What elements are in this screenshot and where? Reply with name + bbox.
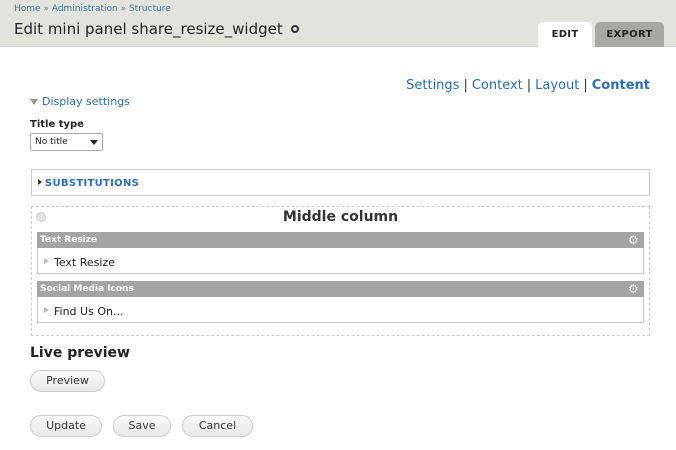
breadcrumb-home-link[interactable]: Home: [14, 4, 41, 14]
subnav-layout-link[interactable]: Layout: [535, 78, 579, 93]
substitutions-label: SUBSTITUTIONS: [45, 178, 140, 189]
breadcrumb-separator: »: [43, 4, 49, 14]
tab-export[interactable]: EXPORT: [595, 22, 664, 47]
breadcrumb-separator: »: [120, 4, 127, 14]
breadcrumb-administration-link[interactable]: Administration: [52, 4, 118, 14]
chevron-down-icon: [88, 136, 100, 148]
pane-content-label: Find Us On...: [54, 305, 124, 318]
gear-icon[interactable]: ⚙: [628, 234, 640, 246]
breadcrumb: Home » Administration » Structure: [14, 4, 171, 14]
tab-edit[interactable]: EDIT: [538, 22, 592, 47]
title-type-select[interactable]: No title: [30, 133, 103, 151]
expand-triangle-icon: [44, 258, 49, 264]
page-title-text: Edit mini panel share_resize_widget: [14, 20, 283, 38]
pane-header-social-media-icons[interactable]: Social Media Icons ⚙: [37, 281, 644, 297]
title-type-label: Title type: [30, 119, 84, 130]
expand-triangle-icon: [38, 179, 42, 185]
middle-column-region: Middle column Text Resize ⚙ Text Resize …: [31, 206, 650, 336]
region-title: Middle column: [282, 209, 399, 225]
cancel-button[interactable]: Cancel: [182, 415, 253, 437]
subnav-separator: |: [526, 78, 532, 93]
substitutions-toggle[interactable]: SUBSTITUTIONS: [38, 178, 139, 189]
subnav-settings-link[interactable]: Settings: [406, 78, 459, 93]
preview-button[interactable]: Preview: [30, 370, 105, 392]
breadcrumb-structure-link[interactable]: Structure: [129, 4, 171, 14]
pane-content-label: Text Resize: [54, 256, 115, 269]
title-type-value: No title: [35, 137, 68, 147]
substitutions-fieldset[interactable]: SUBSTITUTIONS: [31, 169, 650, 196]
expand-triangle-icon: [44, 307, 49, 313]
subnav-separator: |: [463, 78, 468, 93]
panel-subnav: Settings | Context | Layout | Content: [406, 78, 650, 93]
update-button[interactable]: Update: [30, 415, 102, 437]
gear-icon[interactable]: ⚙: [628, 283, 640, 295]
subnav-context-link[interactable]: Context: [472, 78, 523, 93]
page-title: Edit mini panel share_resize_widget: [14, 20, 299, 38]
pane-body-social-media-icons[interactable]: Find Us On...: [37, 297, 644, 323]
gear-icon[interactable]: [290, 24, 299, 33]
collapse-triangle-icon: [30, 99, 38, 105]
display-settings-label: Display settings: [42, 95, 130, 108]
pane-body-text-resize[interactable]: Text Resize: [37, 248, 644, 274]
pane-title: Social Media Icons: [40, 284, 134, 294]
display-settings-toggle[interactable]: Display settings: [30, 95, 130, 108]
page-header: Home » Administration » Structure Edit m…: [0, 0, 676, 47]
save-button[interactable]: Save: [113, 415, 171, 437]
subnav-content-link[interactable]: Content: [592, 78, 650, 93]
pane-header-text-resize[interactable]: Text Resize ⚙: [37, 232, 644, 248]
subnav-separator: |: [583, 78, 588, 93]
pane-title: Text Resize: [40, 235, 98, 245]
live-preview-heading: Live preview: [30, 345, 130, 361]
